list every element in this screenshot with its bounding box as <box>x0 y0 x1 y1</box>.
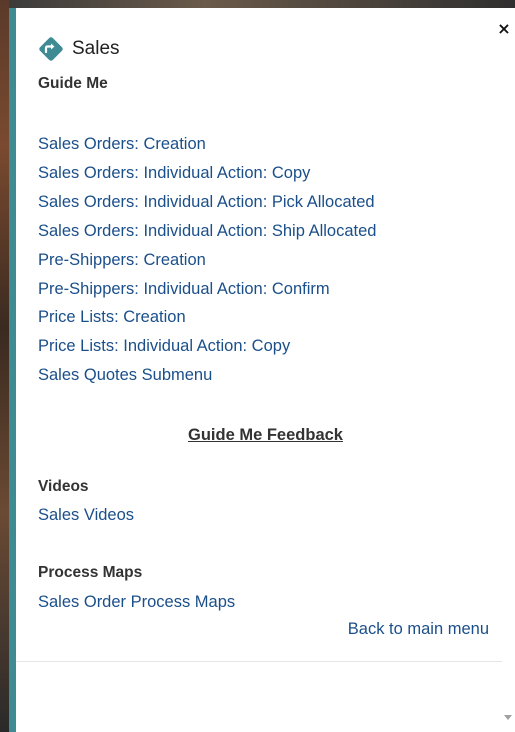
guide-link-sales-quotes-submenu[interactable]: Sales Quotes Submenu <box>38 361 376 390</box>
guide-me-link-list: Sales Orders: Creation Sales Orders: Ind… <box>38 130 376 390</box>
guide-link-price-lists-copy[interactable]: Price Lists: Individual Action: Copy <box>38 332 376 361</box>
scroll-down-arrow-icon[interactable] <box>504 715 512 720</box>
background-top-edge <box>0 0 515 8</box>
directions-diamond-icon <box>39 37 63 61</box>
process-maps-heading: Process Maps <box>38 564 143 581</box>
panel-title: Sales <box>72 38 120 59</box>
close-icon[interactable]: × <box>497 21 511 37</box>
guide-link-sales-orders-copy[interactable]: Sales Orders: Individual Action: Copy <box>38 159 376 188</box>
guide-me-feedback-link[interactable]: Guide Me Feedback <box>188 426 343 444</box>
panel-header: Sales <box>38 36 120 62</box>
guide-link-price-lists-creation[interactable]: Price Lists: Creation <box>38 303 376 332</box>
feedback-row: Guide Me Feedback <box>16 426 515 445</box>
guide-me-heading: Guide Me <box>38 75 108 92</box>
guide-link-pre-shippers-confirm[interactable]: Pre-Shippers: Individual Action: Confirm <box>38 275 376 304</box>
guide-link-sales-orders-creation[interactable]: Sales Orders: Creation <box>38 130 376 159</box>
guide-link-sales-orders-ship-allocated[interactable]: Sales Orders: Individual Action: Ship Al… <box>38 217 376 246</box>
background-left-edge <box>0 0 9 732</box>
guide-link-sales-orders-pick-allocated[interactable]: Sales Orders: Individual Action: Pick Al… <box>38 188 376 217</box>
sales-order-process-maps-link[interactable]: Sales Order Process Maps <box>38 593 235 612</box>
guide-link-pre-shippers-creation[interactable]: Pre-Shippers: Creation <box>38 246 376 275</box>
back-to-main-menu-link[interactable]: Back to main menu <box>348 620 489 639</box>
footer-divider <box>16 661 502 662</box>
sales-videos-link[interactable]: Sales Videos <box>38 506 134 525</box>
sales-help-panel: × Sales Guide Me Sales Orders: Creation … <box>9 8 515 732</box>
videos-heading: Videos <box>38 478 89 495</box>
